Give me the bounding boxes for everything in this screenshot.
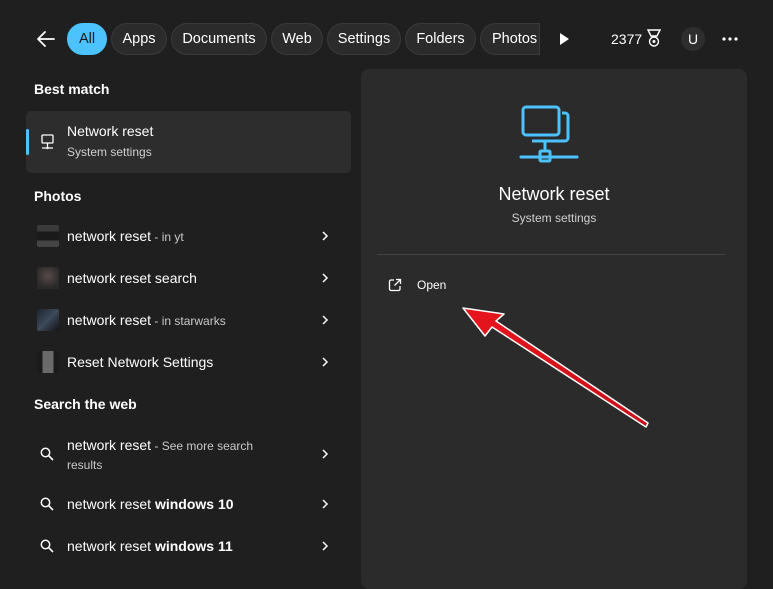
photo-thumbnail (37, 225, 59, 247)
web-result-item[interactable]: network reset windows 10 (26, 484, 351, 524)
play-icon[interactable] (556, 31, 572, 47)
chevron-right-icon[interactable] (320, 272, 330, 284)
rewards-points: 2377 (611, 31, 643, 47)
chevron-right-icon[interactable] (320, 230, 330, 242)
photo-result-item[interactable]: network reset - in starwarks (26, 300, 351, 340)
web-result-item[interactable]: network reset - See more search results (26, 428, 351, 480)
network-icon (41, 134, 54, 150)
tab-all[interactable]: All (67, 23, 107, 55)
photo-thumbnail (37, 267, 59, 289)
best-match-item[interactable]: Network reset System settings (26, 111, 351, 173)
photo-result-item[interactable]: network reset - in yt (26, 216, 351, 256)
chevron-right-icon[interactable] (320, 356, 330, 368)
photo-result-item[interactable]: Reset Network Settings (26, 342, 351, 382)
web-result-item[interactable]: network reset windows 11 (26, 526, 351, 566)
section-search-web: Search the web (34, 396, 137, 412)
filter-bar: All Apps Documents Web Settings Folders … (0, 0, 773, 78)
section-best-match: Best match (34, 81, 110, 97)
tab-photos[interactable]: Photos (480, 23, 540, 55)
photo-thumbnail (37, 351, 59, 373)
photo-result-item[interactable]: network reset search (26, 258, 351, 298)
tab-folders[interactable]: Folders (405, 23, 476, 55)
open-label: Open (417, 278, 447, 292)
result-label: network reset - in yt (67, 228, 184, 244)
section-photos: Photos (34, 188, 82, 204)
selection-indicator (26, 129, 29, 155)
divider (377, 254, 725, 255)
result-label: network reset - in starwarks (67, 312, 226, 328)
tab-documents[interactable]: Documents (171, 23, 267, 55)
search-icon (40, 539, 54, 553)
best-match-subtitle: System settings (67, 145, 152, 159)
chevron-right-icon[interactable] (320, 448, 330, 460)
chevron-right-icon[interactable] (320, 314, 330, 326)
avatar[interactable]: U (681, 27, 705, 51)
result-label: network reset search (67, 270, 197, 286)
best-match-title: Network reset (67, 123, 154, 139)
result-label: network reset windows 11 (67, 538, 233, 554)
network-icon (519, 105, 579, 163)
tab-apps[interactable]: Apps (111, 23, 167, 55)
tab-web[interactable]: Web (271, 23, 323, 55)
more-icon[interactable] (719, 27, 741, 51)
result-label: network reset windows 10 (67, 496, 234, 512)
result-label: Reset Network Settings (67, 354, 214, 370)
chevron-right-icon[interactable] (320, 540, 330, 552)
open-external-icon (388, 278, 402, 292)
result-label-continued: results (67, 458, 103, 472)
annotation-arrow-icon (462, 307, 649, 428)
detail-title: Network reset (498, 184, 610, 204)
photo-thumbnail (37, 309, 59, 331)
tab-settings[interactable]: Settings (327, 23, 401, 55)
search-icon (40, 497, 54, 511)
search-icon (40, 447, 54, 461)
result-label: network reset - See more search (67, 437, 254, 453)
back-arrow-icon[interactable] (34, 27, 58, 51)
medal-icon[interactable] (645, 29, 663, 49)
detail-subtitle: System settings (511, 211, 597, 225)
open-button[interactable]: Open (387, 274, 507, 298)
chevron-right-icon[interactable] (320, 498, 330, 510)
